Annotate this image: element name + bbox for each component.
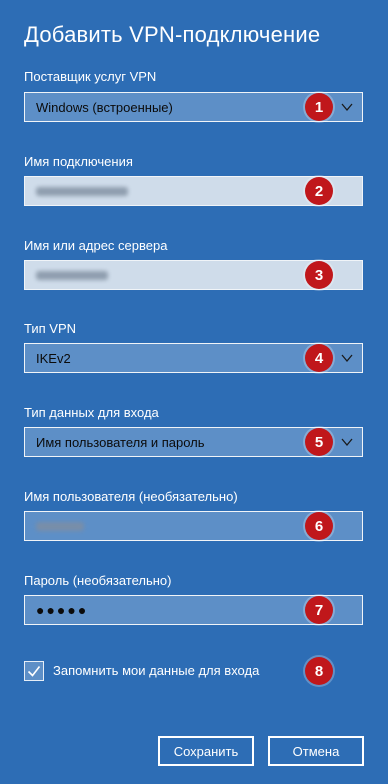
chevron-down-icon	[341, 438, 353, 447]
annotation-badge-7: 7	[305, 596, 333, 624]
remember-checkbox[interactable]	[24, 661, 44, 681]
annotation-badge-3: 3	[305, 261, 333, 289]
provider-value: Windows (встроенные)	[36, 99, 173, 115]
annotation-badge-8: 8	[305, 657, 333, 685]
cancel-button[interactable]: Отмена	[268, 736, 364, 766]
password-label: Пароль (необязательно)	[24, 573, 172, 588]
signin-type-label: Тип данных для входа	[24, 405, 159, 420]
annotation-badge-2: 2	[305, 177, 333, 205]
password-value: ●●●●●	[36, 602, 89, 618]
vpn-type-label: Тип VPN	[24, 321, 77, 336]
page-title: Добавить VPN-подключение	[24, 22, 321, 47]
annotation-badge-6: 6	[305, 512, 333, 540]
connection-name-label: Имя подключения	[24, 154, 133, 169]
annotation-badge-5: 5	[305, 428, 333, 456]
provider-label: Поставщик услуг VPN	[24, 69, 157, 84]
redacted-value	[36, 270, 108, 280]
redacted-value	[36, 186, 128, 196]
username-label: Имя пользователя (необязательно)	[24, 489, 238, 504]
remember-label: Запомнить мои данные для входа	[53, 663, 260, 678]
annotation-badge-4: 4	[305, 344, 333, 372]
annotation-badge-1: 1	[305, 93, 333, 121]
server-label: Имя или адрес сервера	[24, 238, 168, 253]
checkmark-icon	[27, 666, 41, 677]
vpn-type-value: IKEv2	[36, 350, 71, 366]
redacted-value	[36, 521, 84, 531]
save-button[interactable]: Сохранить	[158, 736, 254, 766]
signin-type-value: Имя пользователя и пароль	[36, 434, 205, 450]
chevron-down-icon	[341, 103, 353, 112]
chevron-down-icon	[341, 354, 353, 363]
